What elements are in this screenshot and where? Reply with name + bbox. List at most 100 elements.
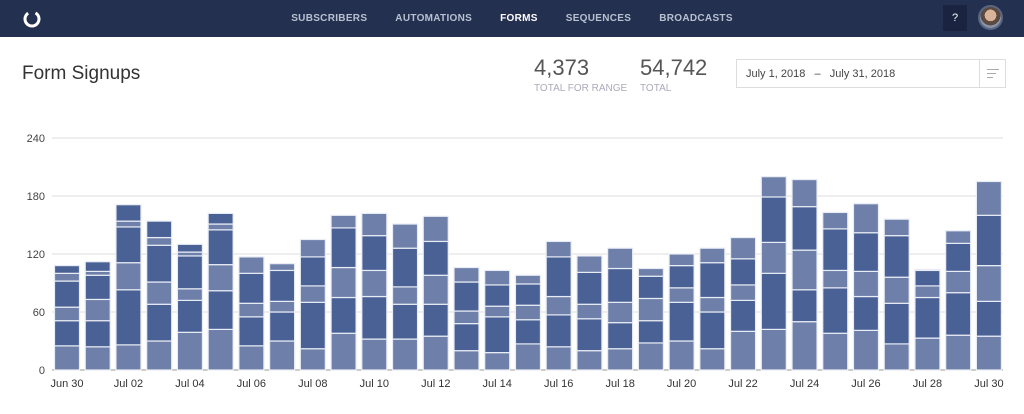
bar-segment [146,220,173,239]
nav-forms[interactable]: FORMS [486,0,552,37]
bar-segment [84,320,111,348]
bar-segment [453,281,480,312]
bar-segment [729,284,757,301]
bar-segment [545,295,572,316]
top-navbar: SUBSCRIBERS AUTOMATIONS FORMS SEQUENCES … [0,0,1024,37]
x-tick-label: Jul 30 [974,378,1003,390]
bar-segment [176,288,204,301]
bar-segment [637,297,664,322]
bar-segment [883,302,910,345]
bar-segment [146,303,173,342]
bar-segment [422,240,449,276]
x-tick-label: Jul 14 [483,378,512,390]
bar-segment [176,243,204,253]
y-tick-label: 60 [33,307,45,319]
bar-segment [607,322,634,350]
page-title: Form Signups [22,63,141,84]
bar-segment [207,328,234,371]
bar-segment [514,343,542,371]
nav-subscribers[interactable]: SUBSCRIBERS [277,0,381,37]
bar-segment [914,268,941,272]
bar-segment [361,295,388,340]
bar-segment [668,287,695,303]
bar-segment [637,342,664,371]
bar-segment [699,348,726,371]
bar-segment [822,332,849,371]
bar-segment [422,335,449,371]
bar-segment [453,350,480,371]
bar-segment [852,329,880,371]
x-tick-label: Jul 24 [790,378,819,390]
date-range-picker[interactable]: July 1, 2018 – July 31, 2018 [736,59,1006,88]
nav-broadcasts[interactable]: BROADCASTS [645,0,747,37]
x-tick-label: Jul 22 [728,378,757,390]
bar-segment [914,285,941,299]
bar-segment [607,247,634,270]
bar-segment [791,321,818,371]
divider [979,60,980,87]
bar-segment [115,204,142,222]
y-tick-label: 180 [27,191,45,203]
bar-segment [576,303,603,320]
bar-segment [729,258,757,286]
bar-segment [975,180,1003,216]
bar-segment [545,314,572,348]
bar-segment [699,296,726,313]
bar-segment [729,330,757,371]
bar-segment [791,249,818,291]
y-tick-label: 240 [27,133,45,145]
nav-automations[interactable]: AUTOMATIONS [381,0,486,37]
bar-segment [207,212,234,225]
range-total-stat: 4,373 TOTAL FOR RANGE [534,55,627,94]
bar-segment [391,247,419,288]
bar-segment [484,305,511,318]
bar-segment [852,295,880,331]
bar-segment [238,256,265,274]
nav-sequences[interactable]: SEQUENCES [552,0,646,37]
x-tick-label: Jul 26 [851,378,880,390]
bar-segment [330,296,357,334]
bar-segment [975,300,1003,337]
bar-segment [607,301,634,324]
bar-segment [883,343,910,371]
bar-segment [269,300,296,313]
bar-segment [146,236,173,246]
bar-segment [453,266,480,283]
bar-segment [176,255,204,290]
bar-segment [207,223,234,231]
x-tick-label: Jul 08 [298,378,327,390]
x-tick-label: Jul 20 [667,378,696,390]
filter-menu-icon[interactable] [987,69,999,81]
bar-segment [115,226,142,264]
bar-segment [729,299,757,332]
bar-segment [760,176,787,198]
bar-segment [84,270,111,276]
bar-segment [391,223,419,249]
bar-segment [484,352,511,371]
bar-segment [53,345,81,371]
bar-segment [176,299,204,333]
bar-segment [207,229,234,266]
bar-segment [514,319,542,345]
bar-segment [883,276,910,304]
y-tick-label: 120 [27,249,45,261]
bar-segment [207,290,234,331]
bar-segment [176,251,204,257]
bar-segment [53,280,81,308]
bar-segment [330,332,357,371]
date-range-text[interactable]: July 1, 2018 – July 31, 2018 [746,68,895,80]
bar-segment [422,303,449,337]
bar-segment [699,247,726,264]
bar-segment [514,283,542,306]
help-button[interactable]: ? [943,5,967,31]
bar-segment [299,238,326,258]
bar-segment [975,335,1003,371]
bar-segment [361,338,388,371]
x-tick-label: Jul 10 [360,378,389,390]
bar-segment [883,218,910,237]
total-stat: 54,742 TOTAL [640,55,707,94]
bar-segment [84,346,111,371]
bar-segment [545,346,572,371]
avatar[interactable] [978,5,1003,30]
bar-segment [84,298,111,322]
